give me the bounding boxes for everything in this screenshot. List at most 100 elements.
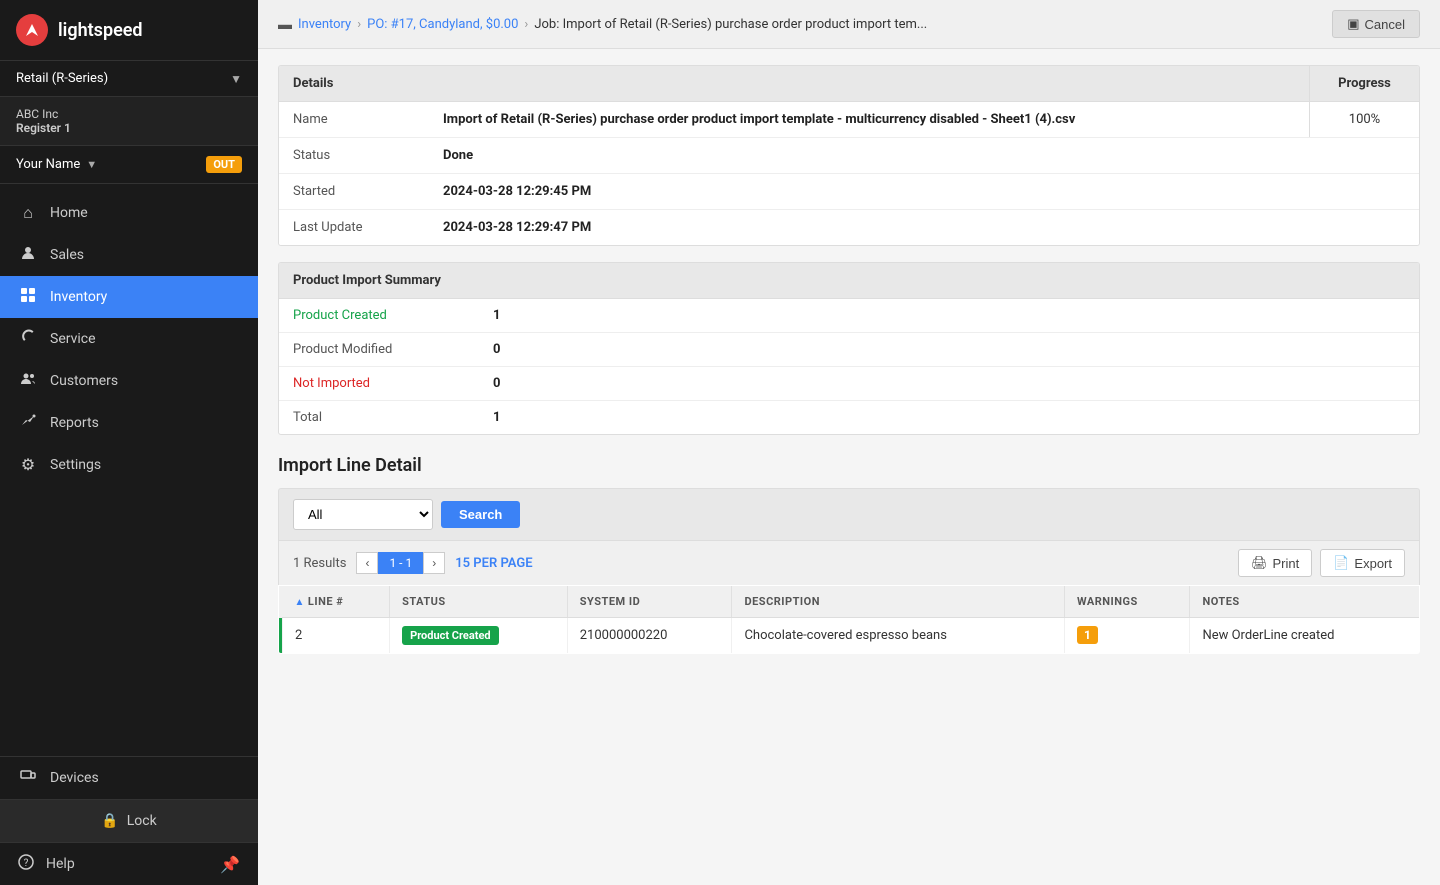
- cell-notes: New OrderLine created: [1190, 618, 1420, 654]
- store-name: Retail (R-Series): [16, 71, 108, 86]
- summary-label-created: Product Created: [279, 299, 479, 332]
- col-desc: DESCRIPTION: [732, 586, 1065, 618]
- detail-value-name: Import of Retail (R-Series) purchase ord…: [429, 102, 1309, 137]
- next-page-button[interactable]: ›: [423, 552, 445, 574]
- export-button[interactable]: 📄 Export: [1320, 549, 1405, 577]
- filter-select[interactable]: All Product Created Product Modified Not…: [293, 499, 433, 530]
- progress-value: 100%: [1309, 102, 1419, 137]
- detail-label-started: Started: [279, 174, 429, 209]
- cell-warnings: 1: [1064, 618, 1189, 654]
- details-section: Details Progress Name Import of Retail (…: [278, 65, 1420, 246]
- table-row: 2 Product Created 210000000220 Chocolate…: [279, 618, 1420, 654]
- export-icon: 📄: [1333, 555, 1349, 571]
- detail-row-started: Started 2024-03-28 12:29:45 PM: [279, 174, 1419, 210]
- help-icon: ?: [18, 854, 34, 874]
- user-name: Your Name: [16, 157, 80, 172]
- sidebar-item-label: Settings: [50, 457, 101, 473]
- import-line-table: ▲LINE # STATUS SYSTEM ID DESCRIPTION WAR…: [278, 585, 1420, 654]
- svg-text:?: ?: [24, 858, 29, 869]
- topbar: ▬ Inventory › PO: #17, Candyland, $0.00 …: [258, 0, 1440, 49]
- detail-row-status: Status Done: [279, 138, 1419, 174]
- detail-value-status: Done: [429, 138, 1419, 173]
- search-button[interactable]: Search: [441, 501, 520, 528]
- col-warnings: WARNINGS: [1064, 586, 1189, 618]
- print-button[interactable]: 🖨 Print: [1238, 549, 1312, 577]
- store-selector[interactable]: Retail (R-Series) ▼: [0, 61, 258, 97]
- content-area: Details Progress Name Import of Retail (…: [258, 49, 1440, 670]
- sidebar-item-label: Reports: [50, 415, 99, 431]
- sidebar-item-label: Customers: [50, 373, 118, 389]
- summary-label-total: Total: [279, 401, 479, 434]
- sidebar-logo: lightspeed: [0, 0, 258, 61]
- lock-icon: 🔒: [101, 813, 118, 829]
- account-info: ABC Inc Register 1: [0, 97, 258, 146]
- settings-icon: ⚙: [18, 455, 38, 474]
- breadcrumb-inventory[interactable]: Inventory: [298, 17, 351, 32]
- sidebar-item-label: Inventory: [50, 289, 107, 305]
- detail-label-name: Name: [279, 102, 429, 137]
- col-notes: NOTES: [1190, 586, 1420, 618]
- sidebar-item-service[interactable]: Service: [0, 318, 258, 360]
- user-chevron-icon: ▼: [86, 158, 97, 171]
- home-icon: ⌂: [18, 203, 38, 223]
- detail-row-name: Name Import of Retail (R-Series) purchas…: [279, 102, 1419, 138]
- results-bar: 1 Results ‹ 1 - 1 › 15 PER PAGE 🖨 Print …: [278, 540, 1420, 585]
- summary-value-created: 1: [479, 299, 514, 332]
- company-name: ABC Inc: [16, 107, 242, 121]
- main-nav: ⌂ Home Sales Inventory Service Custome: [0, 184, 258, 756]
- cell-line: 2: [283, 618, 390, 654]
- col-sysid: SYSTEM ID: [567, 586, 732, 618]
- results-right: 🖨 Print 📄 Export: [1238, 549, 1405, 577]
- store-chevron-icon: ▼: [230, 72, 242, 86]
- cancel-icon: ▣: [1347, 16, 1359, 32]
- import-summary-header: Product Import Summary: [279, 263, 1419, 299]
- help-row[interactable]: ? Help 📌: [0, 843, 258, 885]
- summary-label-notimported: Not Imported: [279, 367, 479, 400]
- sidebar-item-reports[interactable]: Reports: [0, 402, 258, 444]
- sales-icon: [18, 245, 38, 265]
- detail-value-started: 2024-03-28 12:29:45 PM: [429, 174, 1419, 209]
- breadcrumb-sep-2: ›: [524, 17, 528, 32]
- cancel-button[interactable]: ▣ Cancel: [1332, 10, 1420, 38]
- results-left: 1 Results ‹ 1 - 1 › 15 PER PAGE: [293, 552, 533, 574]
- sidebar-item-devices[interactable]: Devices: [0, 757, 258, 799]
- breadcrumb-current: Job: Import of Retail (R-Series) purchas…: [534, 17, 927, 32]
- details-header-label: Details: [279, 66, 1309, 101]
- sidebar-item-label: Home: [50, 205, 88, 221]
- sidebar-item-label: Service: [50, 331, 96, 347]
- per-page-link[interactable]: 15 PER PAGE: [455, 556, 532, 571]
- summary-value-modified: 0: [479, 333, 514, 366]
- summary-row-notimported: Not Imported 0: [279, 367, 1419, 401]
- page-nav: ‹ 1 - 1 ›: [356, 552, 445, 574]
- user-row[interactable]: Your Name ▼ OUT: [0, 146, 258, 184]
- sidebar-item-customers[interactable]: Customers: [0, 360, 258, 402]
- register-name: Register 1: [16, 121, 242, 135]
- customers-icon: [18, 371, 38, 391]
- import-summary-section: Product Import Summary Product Created 1…: [278, 262, 1420, 435]
- summary-row-total: Total 1: [279, 401, 1419, 434]
- progress-header-label: Progress: [1309, 66, 1419, 101]
- prev-page-button[interactable]: ‹: [356, 552, 378, 574]
- results-count: 1 Results: [293, 556, 346, 571]
- breadcrumb-sep-1: ›: [357, 17, 361, 32]
- summary-value-total: 1: [479, 401, 514, 434]
- warning-badge: 1: [1077, 626, 1098, 644]
- breadcrumb-po[interactable]: PO: #17, Candyland, $0.00: [367, 17, 518, 32]
- sidebar-item-sales[interactable]: Sales: [0, 234, 258, 276]
- main-content: ▬ Inventory › PO: #17, Candyland, $0.00 …: [258, 0, 1440, 885]
- logo-text: lightspeed: [58, 20, 143, 41]
- cell-sysid: 210000000220: [567, 618, 732, 654]
- sidebar-item-inventory[interactable]: Inventory: [0, 276, 258, 318]
- reports-icon: [18, 413, 38, 433]
- detail-label-status: Status: [279, 138, 429, 173]
- out-badge: OUT: [206, 156, 242, 173]
- lock-button[interactable]: 🔒 Lock: [0, 799, 258, 843]
- help-label: Help: [46, 856, 75, 872]
- status-badge: Product Created: [402, 626, 499, 645]
- cell-status: Product Created: [390, 618, 568, 654]
- pin-icon: 📌: [220, 855, 240, 874]
- cell-desc: Chocolate-covered espresso beans: [732, 618, 1065, 654]
- sidebar-item-settings[interactable]: ⚙ Settings: [0, 444, 258, 485]
- page-current: 1 - 1: [378, 552, 423, 574]
- sidebar-item-home[interactable]: ⌂ Home: [0, 192, 258, 234]
